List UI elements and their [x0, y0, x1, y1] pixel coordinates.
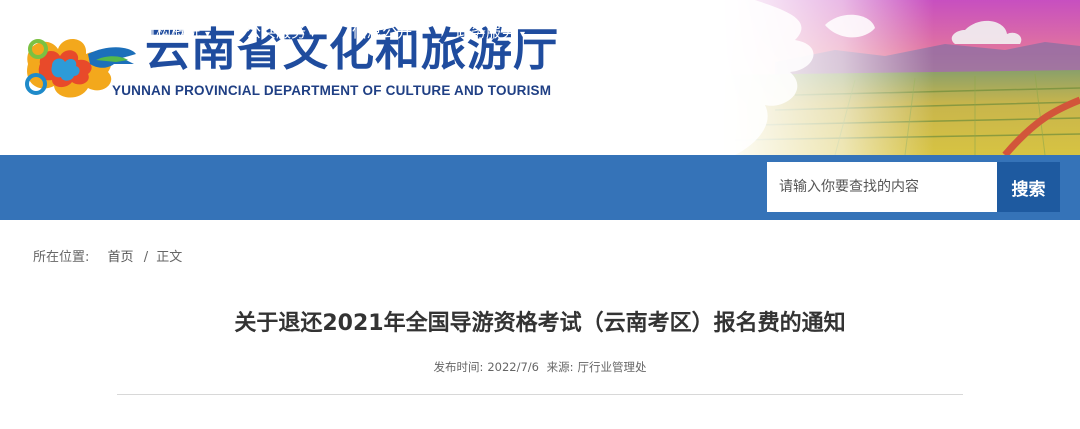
chevron-down-icon: ▾	[416, 29, 422, 40]
published-date: 2022/7/6	[487, 360, 539, 374]
nav-item-label: 机构概况	[141, 23, 202, 41]
chevron-down-icon: ▾	[205, 29, 211, 40]
article-title: 关于退还2021年全国导游资格考试（云南考区）报名费的通知	[234, 311, 846, 336]
breadcrumb-separator: /	[143, 250, 149, 265]
nav-item-information-disclosure[interactable]: 信息公开 ▾	[352, 0, 421, 65]
nav-item-government-services[interactable]: 政务服务 ▾	[456, 0, 525, 65]
breadcrumb-prefix: 所在位置:	[33, 250, 90, 265]
chevron-down-icon: ▾	[310, 29, 316, 40]
nav-item-home[interactable]: 首 页	[42, 0, 87, 65]
source-label: 来源:	[546, 360, 574, 374]
site-subtitle: YUNNAN PROVINCIAL DEPARTMENT OF CULTURE …	[112, 83, 552, 98]
nav-item-organization[interactable]: 机构概况 ▾	[141, 0, 210, 65]
published-label: 发布时间:	[433, 360, 484, 374]
content-divider	[117, 394, 963, 395]
breadcrumb-current: 正文	[156, 250, 183, 265]
landscape-banner-image	[715, 0, 1080, 155]
nav-item-label: 互动交流	[561, 23, 622, 41]
chevron-down-icon: ▾	[625, 29, 631, 40]
search-input[interactable]	[767, 162, 997, 212]
article-meta: 发布时间: 2022/7/6 来源: 厅行业管理处	[0, 359, 1080, 375]
source-value: 厅行业管理处	[577, 360, 647, 374]
nav-item-label: 首 页	[42, 23, 88, 41]
breadcrumb: 所在位置: 首页 / 正文	[33, 246, 182, 265]
nav-item-label: 公共服务	[246, 23, 307, 41]
nav-item-label: 信息公开	[352, 23, 413, 41]
chevron-down-icon: ▾	[520, 29, 526, 40]
nav-item-public-services[interactable]: 公共服务 ▾	[246, 0, 315, 65]
search-button[interactable]: 搜索	[997, 162, 1060, 212]
nav-item-interaction[interactable]: 互动交流 ▾	[561, 0, 630, 65]
breadcrumb-home-link[interactable]: 首页	[108, 250, 134, 265]
nav-item-label: 政务服务	[456, 23, 517, 41]
